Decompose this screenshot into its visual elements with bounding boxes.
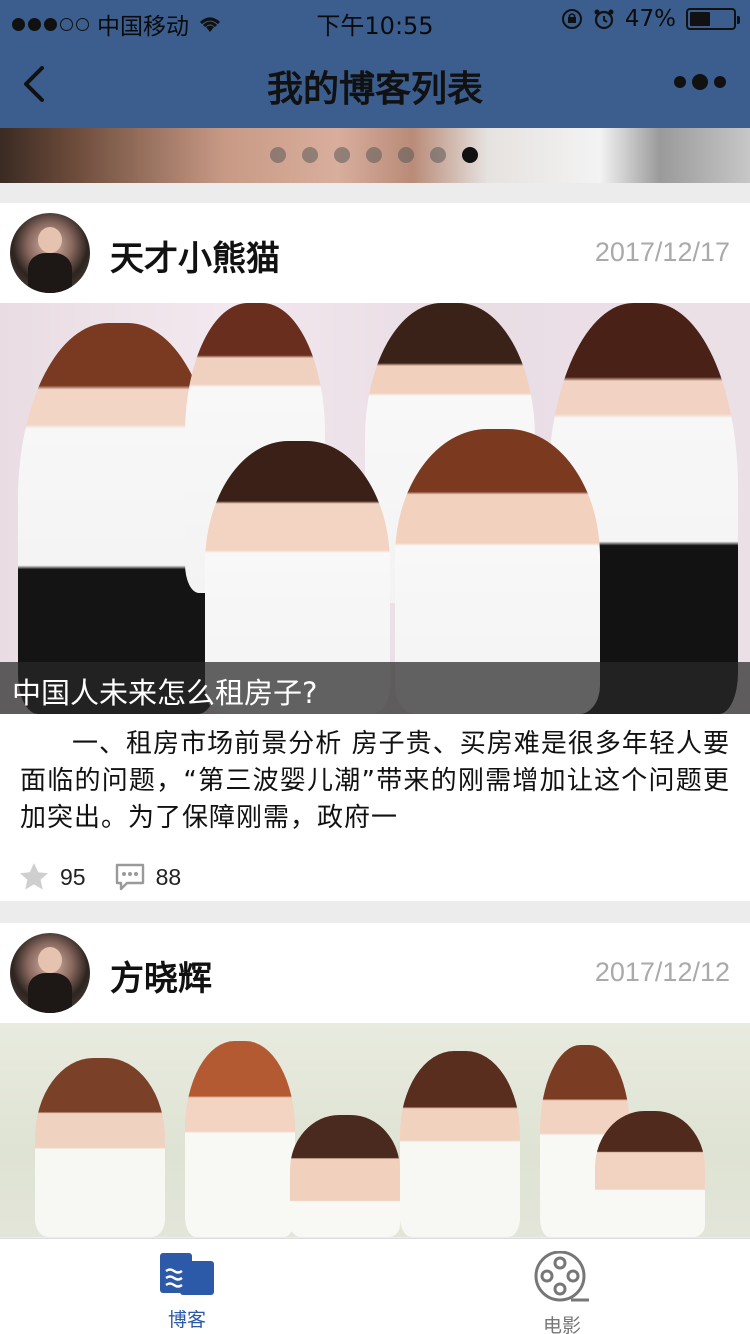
more-dot-icon <box>714 76 726 88</box>
blog-post-card[interactable]: 方晓辉 2017/12/12 <box>0 923 750 1237</box>
bottom-tab-bar: 博客 电影 <box>0 1238 750 1334</box>
post-header: 天才小熊猫 2017/12/17 <box>0 203 750 303</box>
page-title: 我的博客列表 <box>266 69 483 110</box>
star-icon[interactable] <box>18 861 50 893</box>
post-excerpt: 一、租房市场前景分析 房子贵、买房难是很多年轻人要面临的问题，“第三波婴儿潮”带… <box>20 729 730 833</box>
carousel-indicator <box>270 147 478 163</box>
person-figure <box>290 1115 400 1237</box>
tab-blog-label: 博客 <box>167 1309 206 1331</box>
person-figure <box>400 1051 520 1237</box>
tab-movie[interactable]: 电影 <box>502 1250 622 1334</box>
banner-carousel[interactable] <box>0 128 750 183</box>
post-image[interactable]: 中国人未来怎么租房子? <box>0 303 750 714</box>
post-author[interactable]: 方晓辉 <box>110 951 212 1000</box>
rotation-lock-icon <box>561 9 582 29</box>
film-reel-icon <box>534 1250 589 1302</box>
carousel-dot[interactable] <box>302 147 318 163</box>
alarm-icon <box>594 9 614 30</box>
comment-icon[interactable] <box>114 862 146 892</box>
battery-percent: 47% <box>624 6 676 32</box>
status-bar: 中国移动 下午10:55 47% <box>0 0 750 40</box>
carousel-dot[interactable] <box>270 147 286 163</box>
more-dot-icon <box>674 76 686 88</box>
comment-count: 88 <box>155 863 182 890</box>
blog-post-card[interactable]: 天才小熊猫 2017/12/17 中国人未来怎么租房子? 一、租房市场前景分析 … <box>0 203 750 901</box>
carousel-dot-active[interactable] <box>462 147 478 163</box>
post-stats: 95 88 <box>0 854 750 900</box>
status-right: 47% <box>561 6 740 32</box>
post-date: 2017/12/12 <box>594 957 730 987</box>
star-count: 95 <box>60 863 86 890</box>
carousel-dot[interactable] <box>430 147 446 163</box>
more-options-button[interactable] <box>674 74 726 90</box>
battery-icon <box>686 8 740 30</box>
carousel-dot[interactable] <box>398 147 414 163</box>
person-figure <box>35 1058 165 1237</box>
carousel-dot[interactable] <box>334 147 350 163</box>
avatar[interactable] <box>10 213 90 293</box>
navigation-bar: 我的博客列表 <box>0 40 750 128</box>
person-figure <box>185 1041 295 1237</box>
battery-fill <box>690 12 710 26</box>
avatar[interactable] <box>10 933 90 1013</box>
carousel-dot[interactable] <box>366 147 382 163</box>
post-author[interactable]: 天才小熊猫 <box>110 231 280 280</box>
post-image[interactable] <box>0 1023 750 1237</box>
blog-icon <box>160 1253 214 1295</box>
more-dot-icon <box>692 74 708 90</box>
tab-blog[interactable]: 博客 <box>127 1251 247 1332</box>
post-date: 2017/12/17 <box>594 237 730 267</box>
tab-movie-label: 电影 <box>542 1315 581 1334</box>
post-header: 方晓辉 2017/12/12 <box>0 923 750 1023</box>
person-figure <box>595 1111 705 1237</box>
post-title[interactable]: 中国人未来怎么租房子? <box>0 662 750 714</box>
